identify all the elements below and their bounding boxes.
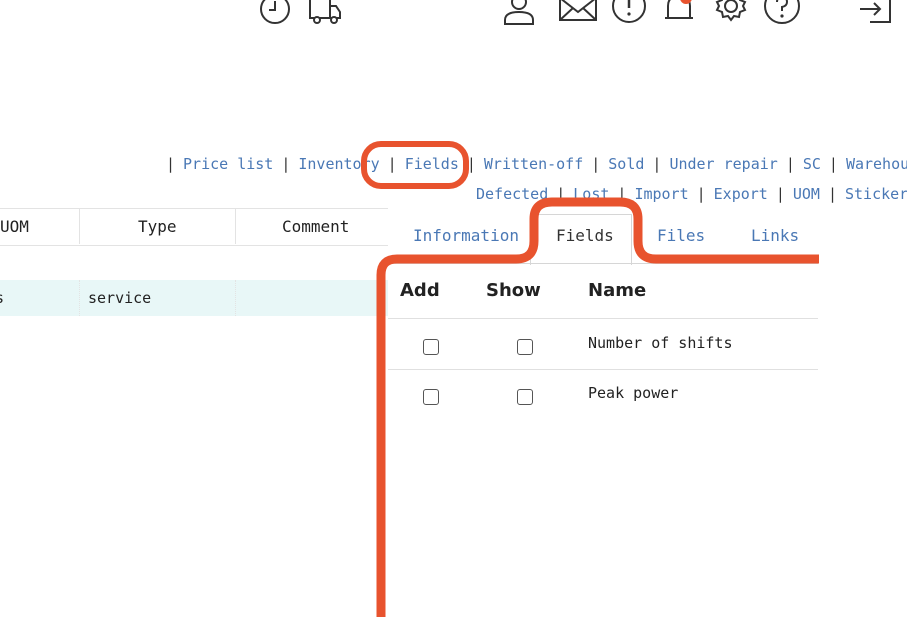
bell-icon[interactable] [662,0,696,26]
nav-separator: | [591,155,601,173]
nav-separator: | [785,155,795,173]
truck-icon[interactable] [308,0,342,26]
column-divider [235,208,236,244]
cell-type: service [88,289,152,307]
nav-separator: | [556,185,566,203]
row-divider [388,369,818,370]
nav-import-link[interactable]: Import [634,185,688,203]
nav-separator: | [775,185,785,203]
table-row[interactable]: s service [0,280,388,316]
column-divider [235,280,236,316]
nav-separator: | [696,185,706,203]
clock-icon[interactable] [258,0,292,26]
field-add-checkbox[interactable] [423,339,439,355]
table-header: UOM Type Comment [0,208,388,246]
user-icon[interactable] [502,0,536,26]
column-header-show: Show [486,280,541,301]
tab-underline [388,263,818,264]
logout-icon[interactable] [858,0,894,26]
field-name: Peak power [588,384,679,402]
nav-sold-link[interactable]: Sold [608,155,644,173]
nav-separator: | [827,185,837,203]
cell-uom: s [0,280,4,316]
nav-separator: | [617,185,627,203]
gear-icon[interactable] [713,0,749,26]
field-add-checkbox[interactable] [423,389,439,405]
column-divider [79,280,80,316]
column-header-uom[interactable]: UOM [0,209,29,245]
alert-icon[interactable] [611,0,647,26]
nav-warehouses-link[interactable]: Warehouses [846,155,907,173]
column-header-comment[interactable]: Comment [282,209,349,245]
details-panel: Information Fields Files Links Add Show … [388,208,907,602]
nav-export-link[interactable]: Export [714,185,768,203]
nav-separator: | [281,155,291,173]
help-icon[interactable] [763,0,801,26]
tab-information[interactable]: Information [413,226,519,245]
nav-separator: | [652,155,662,173]
nav-row-1: | Price list | Inventory | Fields | Written-off… [166,155,907,173]
nav-price-list-link[interactable]: Price list [183,155,273,173]
nav-sc-link[interactable]: SC [803,155,821,173]
tab-links[interactable]: Links [751,226,799,245]
column-header-name: Name [588,280,647,301]
nav-separator: | [387,155,397,173]
nav-defected-link[interactable]: Defected [476,185,548,203]
nav-under-repair-link[interactable]: Under repair [669,155,777,173]
column-header-add: Add [400,280,440,301]
field-name: Number of shifts [588,334,733,352]
mail-icon[interactable] [558,0,598,26]
nav-separator: | [466,155,476,173]
tab-files[interactable]: Files [657,226,705,245]
nav-uom-link[interactable]: UOM [793,185,820,203]
column-header-type[interactable]: Type [138,209,177,245]
tab-fields[interactable]: Fields [556,226,614,245]
nav-inventory-link[interactable]: Inventory [298,155,379,173]
nav-lost-link[interactable]: Lost [573,185,609,203]
nav-fields-link[interactable]: Fields [405,155,459,173]
nav-written-off-link[interactable]: Written-off [484,155,583,173]
nav-separator: | [166,155,176,173]
nav-stickers-link[interactable]: Stickers [845,185,907,203]
nav-row-2: Defected | Lost | Import | Export | UOM | Stickers [476,185,907,203]
row-divider [388,318,818,319]
field-show-checkbox[interactable] [517,339,533,355]
field-show-checkbox[interactable] [517,389,533,405]
nav-separator: | [828,155,838,173]
column-divider [79,208,80,244]
